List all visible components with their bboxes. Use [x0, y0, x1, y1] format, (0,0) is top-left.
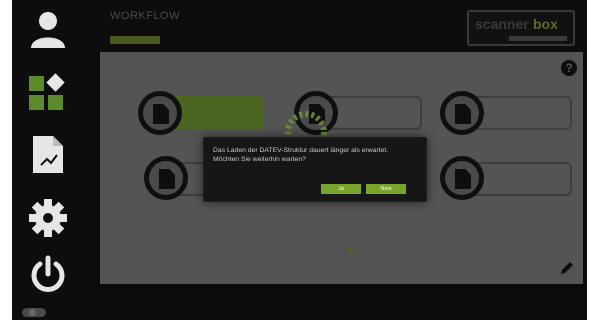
power-icon[interactable]	[27, 254, 69, 296]
page-title: WORKFLOW	[110, 10, 180, 22]
tile-3-circle	[440, 91, 484, 135]
page-subtitle-bar	[110, 36, 160, 44]
document-chart-icon[interactable]	[27, 133, 69, 175]
scannerbox-logo: scanner box	[467, 10, 575, 46]
header: WORKFLOW scanner box	[82, 0, 587, 52]
document-icon	[455, 169, 471, 189]
dialog-message: Das Laden der DATEV-Struktur dauert läng…	[213, 146, 420, 164]
bottom-bar	[82, 284, 587, 320]
sidebar	[12, 0, 82, 320]
page-indicator-dot	[348, 248, 353, 253]
toggle-switch[interactable]	[22, 308, 46, 317]
user-icon[interactable]	[27, 8, 69, 50]
logo-tagline-bar	[509, 36, 567, 41]
help-icon[interactable]: ?	[561, 60, 577, 76]
confirm-dialog: Das Laden der DATEV-Struktur dauert läng…	[203, 137, 427, 202]
app-screen: WORKFLOW scanner box ? Das Laden der DAT…	[12, 0, 587, 320]
gear-icon[interactable]	[27, 197, 69, 239]
no-button[interactable]: Nein	[366, 184, 406, 194]
document-icon	[159, 169, 175, 189]
tile-4-circle	[144, 156, 188, 200]
yes-button[interactable]: Ja	[321, 184, 361, 194]
document-icon	[455, 104, 471, 124]
dialog-message-line2: Möchten Sie weiterhin warten?	[213, 156, 306, 163]
pencil-icon[interactable]	[559, 260, 575, 276]
logo-text-box: box	[533, 16, 558, 32]
tile-1-circle	[138, 91, 182, 135]
workflow-grid-icon[interactable]	[27, 72, 69, 114]
document-icon	[153, 104, 169, 124]
logo-text-scanner: scanner	[475, 16, 529, 32]
dialog-message-line1: Das Laden der DATEV-Struktur dauert läng…	[213, 147, 389, 154]
tile-6-circle	[440, 156, 484, 200]
